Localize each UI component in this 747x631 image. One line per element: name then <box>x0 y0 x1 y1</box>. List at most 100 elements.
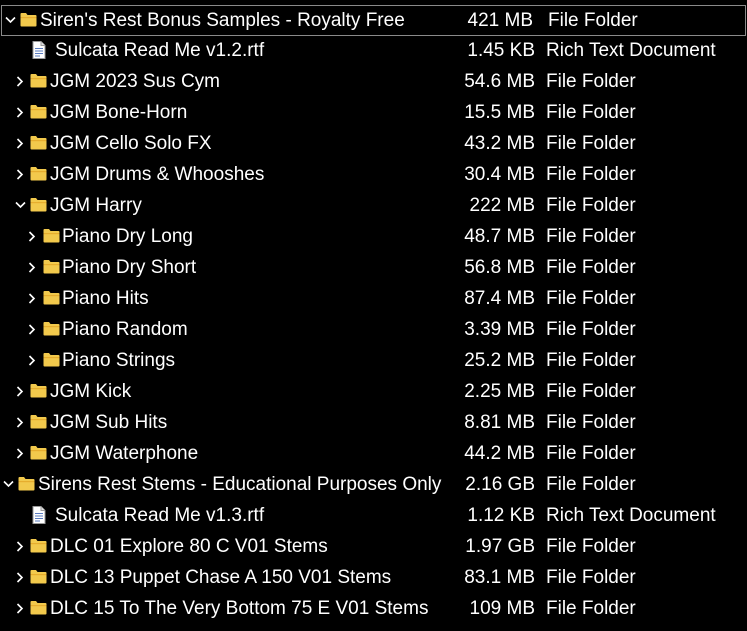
row-type: File Folder <box>546 195 636 216</box>
folder-icon <box>30 383 47 399</box>
row-size: 1.45 KB <box>467 40 535 61</box>
tree-row-piano-dry-long[interactable]: Piano Dry Long 48.7 MB File Folder <box>0 222 747 253</box>
tree-row-jgm-kick[interactable]: JGM Kick 2.25 MB File Folder <box>0 377 747 408</box>
chevron-down-icon[interactable] <box>13 196 27 214</box>
folder-icon <box>43 228 60 244</box>
row-name: Sirens Rest Stems - Educational Purposes… <box>38 474 442 495</box>
row-name: Sulcata Read Me v1.3.rtf <box>55 505 265 526</box>
tree-row-jgm-bone-horn[interactable]: JGM Bone-Horn 15.5 MB File Folder <box>0 98 747 129</box>
row-type: File Folder <box>546 133 636 154</box>
row-size: 109 MB <box>469 598 535 619</box>
row-name: JGM Drums & Whooshes <box>50 164 265 185</box>
row-type: File Folder <box>546 598 636 619</box>
tree-row-piano-strings[interactable]: Piano Strings 25.2 MB File Folder <box>0 346 747 377</box>
chevron-down-icon[interactable] <box>1 475 15 493</box>
row-type: File Folder <box>546 319 636 340</box>
row-size: 56.8 MB <box>464 257 535 278</box>
chevron-right-icon[interactable] <box>25 227 39 245</box>
folder-icon <box>30 135 47 151</box>
row-name: JGM Harry <box>50 195 142 216</box>
folder-icon <box>30 538 47 554</box>
chevron-right-icon[interactable] <box>13 134 27 152</box>
chevron-right-icon[interactable] <box>13 165 27 183</box>
folder-icon <box>30 73 47 89</box>
row-type: File Folder <box>546 567 636 588</box>
chevron-right-icon[interactable] <box>25 258 39 276</box>
row-size: 87.4 MB <box>464 288 535 309</box>
row-size: 43.2 MB <box>464 133 535 154</box>
row-name: JGM Bone-Horn <box>50 102 188 123</box>
folder-icon <box>43 321 60 337</box>
row-type: File Folder <box>546 257 636 278</box>
chevron-right-icon[interactable] <box>13 537 27 555</box>
tree-row-jgm-drums-whooshes[interactable]: JGM Drums & Whooshes 30.4 MB File Folder <box>0 160 747 191</box>
file-tree: Siren's Rest Bonus Samples - Royalty Fre… <box>0 5 747 625</box>
tree-row-jgm-2023-sus-cym[interactable]: JGM 2023 Sus Cym 54.6 MB File Folder <box>0 67 747 98</box>
row-size: 3.39 MB <box>464 319 535 340</box>
row-type: File Folder <box>546 164 636 185</box>
chevron-right-icon[interactable] <box>25 320 39 338</box>
row-name: Siren's Rest Bonus Samples - Royalty Fre… <box>40 10 405 31</box>
folder-icon <box>43 290 60 306</box>
folder-icon <box>30 569 47 585</box>
chevron-right-icon[interactable] <box>25 351 39 369</box>
row-type: File Folder <box>546 71 636 92</box>
tree-row-dlc-13-puppet-chase[interactable]: DLC 13 Puppet Chase A 150 V01 Stems 83.1… <box>0 563 747 594</box>
folder-icon <box>18 476 35 492</box>
document-icon <box>32 41 49 59</box>
tree-row-piano-random[interactable]: Piano Random 3.39 MB File Folder <box>0 315 747 346</box>
tree-row-dlc-15-very-bottom[interactable]: DLC 15 To The Very Bottom 75 E V01 Stems… <box>0 594 747 625</box>
row-name: JGM 2023 Sus Cym <box>50 71 220 92</box>
tree-row-piano-hits[interactable]: Piano Hits 87.4 MB File Folder <box>0 284 747 315</box>
chevron-right-icon[interactable] <box>13 72 27 90</box>
row-name: JGM Kick <box>50 381 132 402</box>
tree-row-sulcata-read-me-v13[interactable]: Sulcata Read Me v1.3.rtf 1.12 KB Rich Te… <box>0 501 747 532</box>
row-size: 44.2 MB <box>464 443 535 464</box>
chevron-right-icon[interactable] <box>13 444 27 462</box>
chevron-right-icon[interactable] <box>13 413 27 431</box>
folder-icon <box>20 12 37 28</box>
row-type: File Folder <box>546 288 636 309</box>
row-name: DLC 13 Puppet Chase A 150 V01 Stems <box>50 567 392 588</box>
chevron-down-icon[interactable] <box>3 11 17 29</box>
row-name: Piano Dry Short <box>62 257 197 278</box>
row-size: 1.97 GB <box>465 536 535 557</box>
tree-row-sirens-rest-stems[interactable]: Sirens Rest Stems - Educational Purposes… <box>0 470 747 501</box>
chevron-right-icon[interactable] <box>13 103 27 121</box>
row-name: JGM Waterphone <box>50 443 199 464</box>
row-size: 222 MB <box>469 195 535 216</box>
tree-row-jgm-waterphone[interactable]: JGM Waterphone 44.2 MB File Folder <box>0 439 747 470</box>
folder-icon <box>30 445 47 461</box>
row-name: Piano Dry Long <box>62 226 193 247</box>
folder-icon <box>30 600 47 616</box>
row-type: File Folder <box>548 10 638 31</box>
row-size: 54.6 MB <box>464 71 535 92</box>
row-size: 1.12 KB <box>467 505 535 526</box>
tree-row-jgm-harry[interactable]: JGM Harry 222 MB File Folder <box>0 191 747 222</box>
row-name: JGM Cello Solo FX <box>50 133 212 154</box>
row-type: File Folder <box>546 102 636 123</box>
row-name: Piano Random <box>62 319 188 340</box>
chevron-right-icon[interactable] <box>13 599 27 617</box>
folder-icon <box>43 352 60 368</box>
tree-row-sulcata-read-me-v12[interactable]: Sulcata Read Me v1.2.rtf 1.45 KB Rich Te… <box>0 36 747 67</box>
row-type: File Folder <box>546 381 636 402</box>
row-size: 15.5 MB <box>464 102 535 123</box>
tree-row-jgm-cello-solo-fx[interactable]: JGM Cello Solo FX 43.2 MB File Folder <box>0 129 747 160</box>
chevron-right-icon[interactable] <box>13 382 27 400</box>
row-type: File Folder <box>546 536 636 557</box>
tree-row-sirens-rest-bonus-samples[interactable]: Siren's Rest Bonus Samples - Royalty Fre… <box>1 5 746 36</box>
row-size: 2.25 MB <box>464 381 535 402</box>
chevron-right-icon[interactable] <box>25 289 39 307</box>
row-type: File Folder <box>546 412 636 433</box>
row-name: Piano Hits <box>62 288 149 309</box>
row-type: Rich Text Document <box>546 40 716 61</box>
folder-icon <box>30 197 47 213</box>
row-size: 8.81 MB <box>464 412 535 433</box>
tree-row-piano-dry-short[interactable]: Piano Dry Short 56.8 MB File Folder <box>0 253 747 284</box>
row-type: File Folder <box>546 226 636 247</box>
tree-row-jgm-sub-hits[interactable]: JGM Sub Hits 8.81 MB File Folder <box>0 408 747 439</box>
row-size: 25.2 MB <box>464 350 535 371</box>
tree-row-dlc-01-explore[interactable]: DLC 01 Explore 80 C V01 Stems 1.97 GB Fi… <box>0 532 747 563</box>
chevron-right-icon[interactable] <box>13 568 27 586</box>
